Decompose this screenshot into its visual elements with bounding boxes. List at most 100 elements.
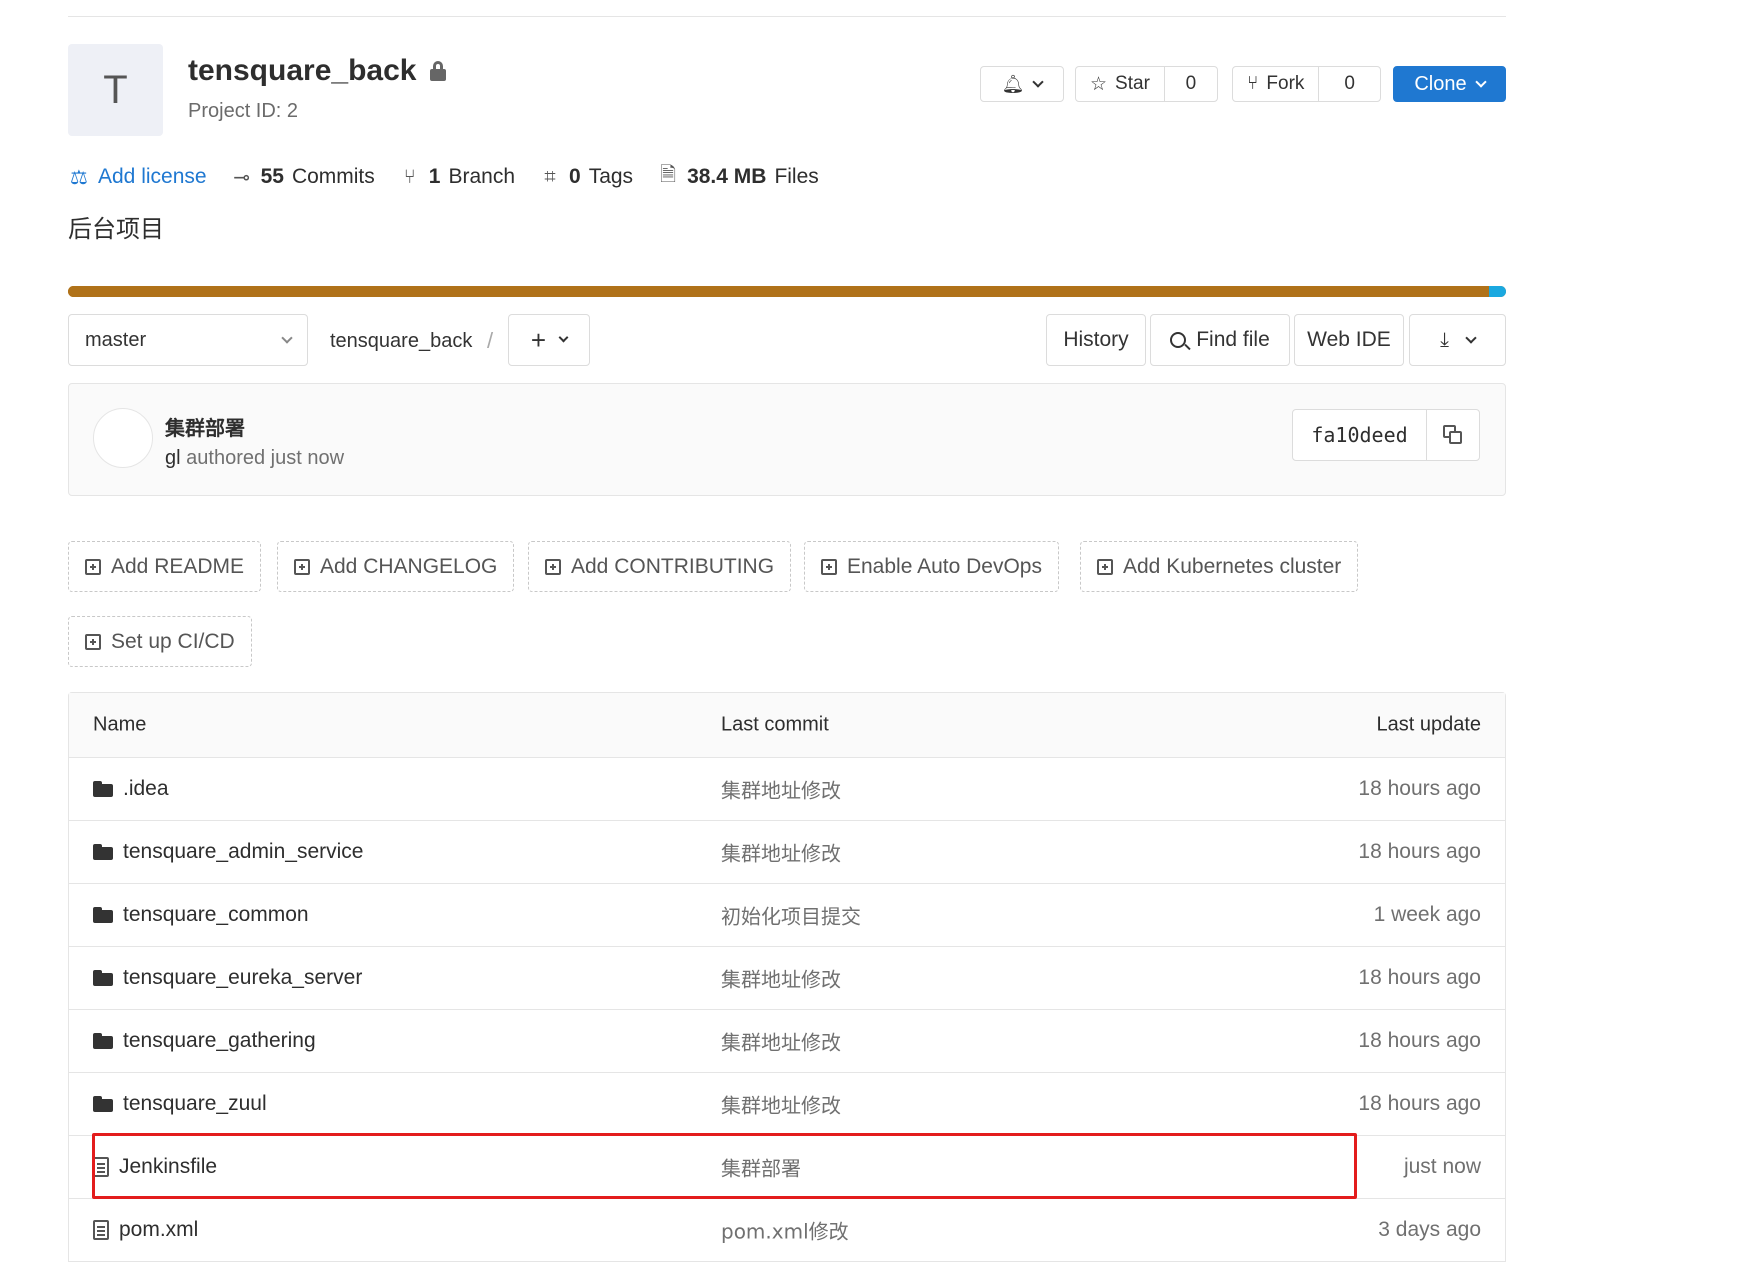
file-icon [93, 1157, 109, 1177]
project-id: Project ID: 2 [188, 100, 299, 122]
repository-languages-bar[interactable] [68, 286, 1506, 297]
file-name-link[interactable]: pom.xml [119, 1218, 198, 1242]
add-readme-button[interactable]: Add README [68, 541, 262, 592]
plus-square-icon [545, 558, 561, 575]
table-row[interactable]: .idea 集群地址修改 18 hours ago [69, 758, 1505, 821]
tags-link[interactable]: ⌗ 0 Tags [539, 165, 633, 189]
column-header-last-update: Last update [1376, 713, 1481, 736]
last-commit-panel: 集群部署 gl authored just now fa10deed [68, 383, 1506, 496]
notification-dropdown[interactable]: 🔔︎ [980, 66, 1064, 102]
tags-count: 0 [569, 165, 581, 188]
download-dropdown[interactable]: ⤓ [1409, 314, 1506, 366]
table-row[interactable]: tensquare_admin_service 集群地址修改 18 hours … [69, 821, 1505, 884]
commit-message-link[interactable]: 集群地址修改 [721, 838, 841, 867]
file-tree-table: Name Last commit Last update .idea 集群地址修… [68, 692, 1506, 1262]
commit-message-link[interactable]: 集群地址修改 [721, 1027, 841, 1056]
table-row[interactable]: Jenkinsfile 集群部署 just now [69, 1136, 1505, 1199]
files-size: 38.4 MB [687, 165, 767, 188]
bell-icon: 🔔︎ [1001, 73, 1025, 94]
language-segment-primary[interactable] [68, 286, 1489, 297]
commit-title[interactable]: 集群部署 [165, 412, 245, 441]
branch-icon: ⑂ [403, 165, 416, 188]
web-ide-button[interactable]: Web IDE [1294, 314, 1404, 366]
search-icon [1170, 332, 1191, 351]
project-avatar[interactable]: T [68, 44, 163, 136]
add-kubernetes-cluster-label: Add Kubernetes cluster [1123, 554, 1342, 578]
files-label: Files [774, 165, 819, 188]
chevron-down-icon [558, 332, 569, 343]
table-row[interactable]: tensquare_common 初始化项目提交 1 week ago [69, 884, 1505, 947]
column-header-last-commit: Last commit [721, 713, 829, 736]
plus-square-icon [821, 558, 837, 575]
tag-icon: ⌗ [544, 165, 556, 188]
breadcrumb[interactable]: tensquare_back [330, 330, 472, 353]
branch-count: 1 [428, 165, 441, 188]
commit-sha-group: fa10deed [1292, 409, 1480, 461]
add-kubernetes-cluster-button[interactable]: Add Kubernetes cluster [1080, 541, 1359, 592]
folder-icon [93, 907, 113, 923]
last-update-time: 3 days ago [1378, 1218, 1481, 1241]
chevron-down-icon [1474, 75, 1487, 88]
add-changelog-button[interactable]: Add CHANGELOG [277, 541, 515, 592]
file-name-link[interactable]: tensquare_common [123, 903, 309, 927]
add-to-tree-dropdown[interactable]: + [508, 314, 590, 366]
commits-label: Commits [291, 165, 375, 188]
commit-message-link[interactable]: pom.xml修改 [721, 1216, 849, 1245]
enable-auto-devops-button[interactable]: Enable Auto DevOps [804, 541, 1059, 592]
last-update-time: 18 hours ago [1358, 1092, 1481, 1115]
file-name-link[interactable]: Jenkinsfile [119, 1155, 217, 1179]
plus-square-icon [85, 633, 101, 650]
commit-message-link[interactable]: 集群部署 [721, 1153, 801, 1182]
folder-icon [93, 970, 113, 986]
fork-label: Fork [1266, 73, 1305, 94]
table-row[interactable]: tensquare_gathering 集群地址修改 18 hours ago [69, 1010, 1505, 1073]
file-name-link[interactable]: tensquare_gathering [123, 1029, 316, 1053]
branches-link[interactable]: ⑂ 1 Branch [399, 165, 515, 189]
setup-ci-cd-label: Set up CI/CD [111, 629, 235, 653]
chevron-down-icon [1465, 331, 1477, 344]
file-name-link[interactable]: .idea [123, 777, 169, 801]
find-file-button[interactable]: Find file [1150, 314, 1290, 366]
file-name-link[interactable]: tensquare_zuul [123, 1092, 267, 1116]
plus-square-icon [85, 558, 101, 575]
last-update-time: 18 hours ago [1358, 1029, 1481, 1052]
fork-button[interactable]: ⑂ Fork [1233, 67, 1318, 101]
table-row[interactable]: pom.xml pom.xml修改 3 days ago [69, 1199, 1505, 1262]
table-row[interactable]: tensquare_eureka_server 集群地址修改 18 hours … [69, 947, 1505, 1010]
branch-select[interactable]: master [68, 314, 308, 366]
column-header-name: Name [93, 713, 147, 736]
files-link[interactable]: 🗎︎ 38.4 MB Files [657, 160, 819, 194]
commit-icon: ⊸ [233, 166, 250, 189]
star-count[interactable]: 0 [1163, 67, 1217, 101]
clone-button[interactable]: Clone [1393, 66, 1506, 102]
fork-count[interactable]: 0 [1318, 67, 1380, 101]
file-name-link[interactable]: tensquare_admin_service [123, 840, 363, 864]
commit-message-link[interactable]: 集群地址修改 [721, 775, 841, 804]
copy-icon [1443, 425, 1463, 445]
folder-icon [93, 1033, 113, 1049]
commit-message-link[interactable]: 集群地址修改 [721, 1090, 841, 1119]
avatar[interactable] [93, 408, 153, 468]
commit-message-link[interactable]: 初始化项目提交 [721, 901, 861, 930]
file-name-link[interactable]: tensquare_eureka_server [123, 966, 362, 990]
commit-message-link[interactable]: 集群地址修改 [721, 964, 841, 993]
add-contributing-button[interactable]: Add CONTRIBUTING [528, 541, 792, 592]
project-description: 后台项目 [68, 215, 164, 243]
add-license-link[interactable]: ⚖ Add license [68, 165, 207, 190]
table-row[interactable]: tensquare_zuul 集群地址修改 18 hours ago [69, 1073, 1505, 1136]
project-name[interactable]: tensquare_back [188, 54, 416, 88]
copy-sha-button[interactable] [1427, 410, 1479, 460]
last-update-time: 1 week ago [1373, 903, 1481, 926]
plus-icon: + [530, 324, 547, 355]
commit-sha[interactable]: fa10deed [1293, 410, 1427, 460]
commits-link[interactable]: ⊸ 55 Commits [231, 165, 375, 190]
tags-label: Tags [588, 165, 634, 188]
scale-icon: ⚖ [70, 166, 88, 189]
star-button[interactable]: ☆ Star [1076, 67, 1164, 101]
star-label: Star [1115, 73, 1150, 94]
branch-select-value: master [85, 328, 147, 351]
commit-author[interactable]: gl [165, 447, 181, 469]
language-segment-secondary[interactable] [1488, 286, 1506, 297]
history-button[interactable]: History [1046, 314, 1146, 366]
setup-ci-cd-button[interactable]: Set up CI/CD [68, 616, 252, 667]
